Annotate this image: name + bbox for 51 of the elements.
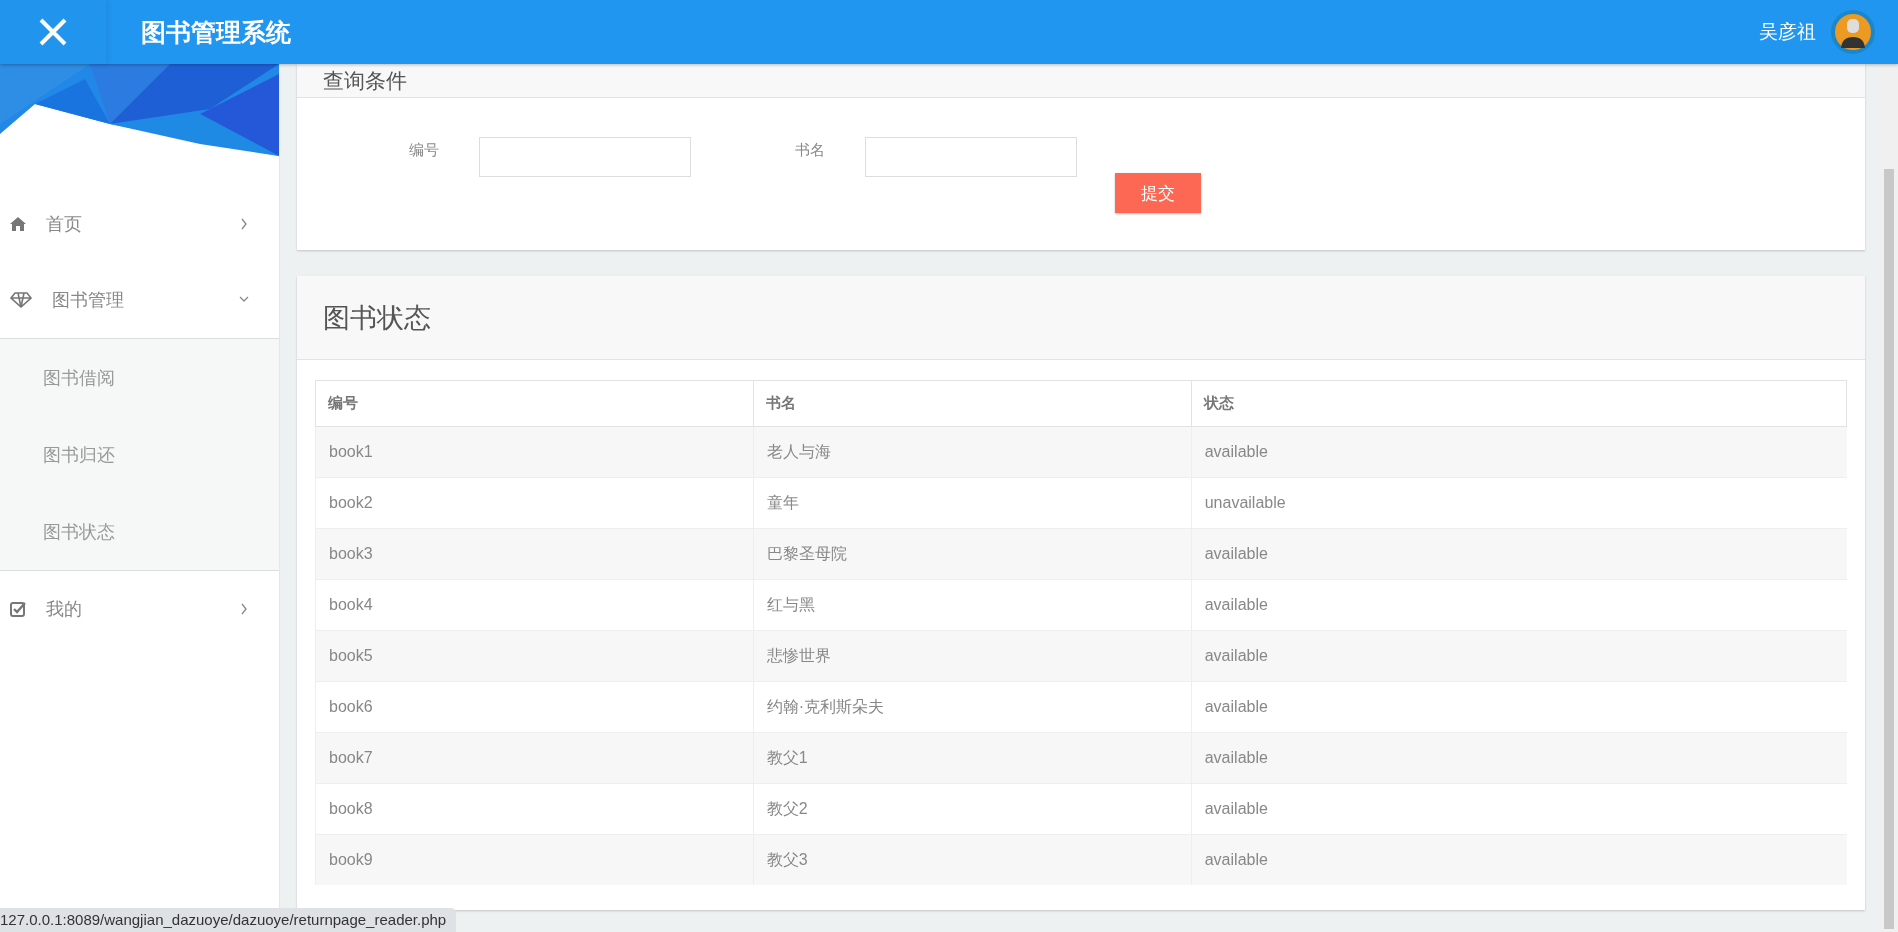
column-header: 状态 xyxy=(1191,380,1847,427)
table-cell: available xyxy=(1191,834,1847,885)
column-header: 书名 xyxy=(753,380,1192,427)
table-cell: book1 xyxy=(315,426,754,478)
input-field[interactable] xyxy=(865,137,1077,177)
card-title: 查询条件 xyxy=(323,67,407,94)
table-cell: 红与黑 xyxy=(753,579,1192,631)
sidebar-item[interactable]: 图书管理 xyxy=(0,262,279,338)
table-cell: 教父1 xyxy=(753,732,1192,784)
checkbox-icon xyxy=(10,601,26,617)
table-cell: book8 xyxy=(315,783,754,835)
table-cell: book5 xyxy=(315,630,754,682)
app-title: 图书管理系统 xyxy=(141,16,291,48)
table-cell: 童年 xyxy=(753,477,1192,529)
table-cell: 约翰·克利斯朵夫 xyxy=(753,681,1192,733)
table-cell: available xyxy=(1191,681,1847,733)
sidebar-item[interactable]: 首页 xyxy=(0,186,279,262)
sidebar-subitem[interactable]: 图书借阅 xyxy=(0,339,279,416)
card-title: 图书状态 xyxy=(323,301,431,335)
table-cell: available xyxy=(1191,630,1847,682)
table-cell: available xyxy=(1191,783,1847,835)
avatar[interactable] xyxy=(1830,9,1876,55)
table-cell: book7 xyxy=(315,732,754,784)
home-icon xyxy=(10,217,26,231)
sidebar-subitem[interactable]: 图书状态 xyxy=(0,493,279,570)
submit-button[interactable]: 提交 xyxy=(1115,173,1201,213)
close-icon xyxy=(38,17,68,47)
column-header: 编号 xyxy=(315,380,754,427)
input-field[interactable] xyxy=(479,137,691,177)
user-name[interactable]: 吴彦祖 xyxy=(1759,19,1816,45)
field-label: 编号 xyxy=(409,141,440,160)
field-label: 书名 xyxy=(795,141,826,160)
table-cell: 教父2 xyxy=(753,783,1192,835)
table-cell: book6 xyxy=(315,681,754,733)
table-cell: available xyxy=(1191,528,1847,580)
table-cell: unavailable xyxy=(1191,477,1847,529)
table-cell: 老人与海 xyxy=(753,426,1192,478)
table-cell: available xyxy=(1191,579,1847,631)
table-cell: book4 xyxy=(315,579,754,631)
status-url: 127.0.0.1:8089/wangjian_dazuoye/dazuoye/returnpage_reader.php xyxy=(0,908,457,932)
table-cell: book9 xyxy=(315,834,754,885)
sidebar-item[interactable]: 我的 xyxy=(0,571,279,647)
table-cell: 巴黎圣母院 xyxy=(753,528,1192,580)
table-cell: book3 xyxy=(315,528,754,580)
sidebar-subitem[interactable]: 图书归还 xyxy=(0,416,279,493)
diamond-icon xyxy=(10,292,32,308)
table-cell: available xyxy=(1191,732,1847,784)
table-cell: 教父3 xyxy=(753,834,1192,885)
table-cell: book2 xyxy=(315,477,754,529)
table-cell: 悲惨世界 xyxy=(753,630,1192,682)
table-cell: available xyxy=(1191,426,1847,478)
